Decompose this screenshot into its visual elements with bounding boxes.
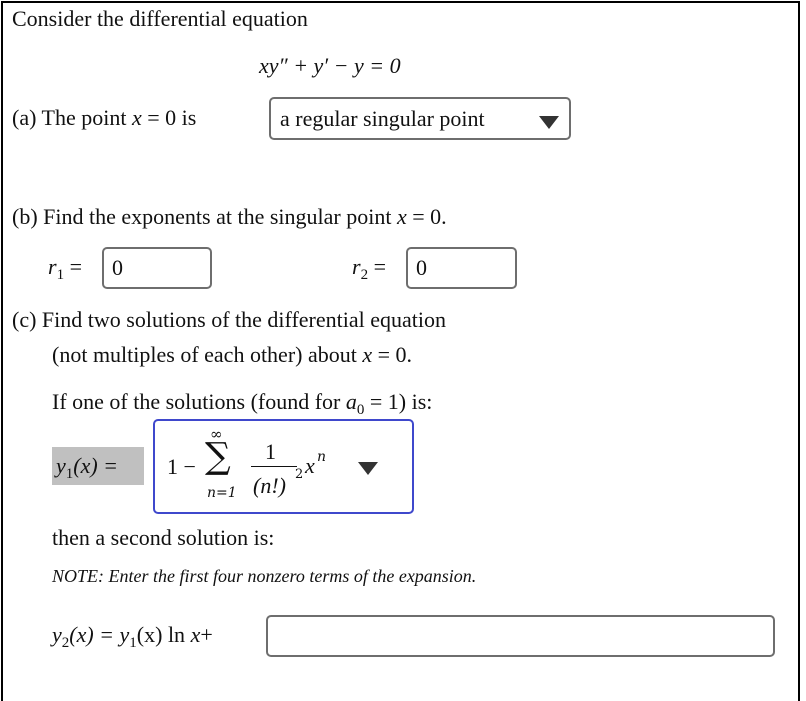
r1-label: r1 = xyxy=(48,254,82,283)
r2-input[interactable]: 0 xyxy=(406,247,517,289)
part-b-eq: = 0. xyxy=(406,204,447,229)
second-solution-text: then a second solution is: xyxy=(52,525,275,550)
fraction-numerator: 1 xyxy=(265,439,276,464)
fraction-bar xyxy=(251,466,297,467)
fraction-denominator: (n!) xyxy=(253,473,286,498)
part-c-line2: (not multiples of each other) about x = … xyxy=(52,342,413,367)
part-c-line3: If one of the solutions (found for a0 = … xyxy=(52,389,433,418)
r1-input[interactable]: 0 xyxy=(102,247,212,289)
sigma-icon: ∑ xyxy=(205,436,231,477)
r2-label: r2 = xyxy=(352,254,386,283)
series-lead: 1 − xyxy=(167,454,196,479)
y2-series-input[interactable] xyxy=(266,615,775,657)
part-b-prompt: (b) Find the exponents at the singular p… xyxy=(12,206,447,228)
differential-equation: xy″ + y′ − y = 0 xyxy=(259,53,401,78)
part-c-line1: (c) Find two solutions of the differenti… xyxy=(12,307,447,332)
y2-expression: y2(x) = y1(x) ln x+ xyxy=(52,622,213,651)
power-base: x xyxy=(305,453,315,478)
caret-down-icon xyxy=(358,462,378,475)
part-b-label: (b) Find the exponents at the singular p… xyxy=(12,204,397,229)
y1-label: y1(x) = xyxy=(56,453,119,482)
note-text: NOTE: Enter the first four nonzero terms… xyxy=(52,566,477,586)
part-a-eq: = 0 is xyxy=(141,105,197,130)
part-a-label: (a) The point xyxy=(12,105,132,130)
sigma-lower: n=1 xyxy=(207,485,237,501)
power-exponent: n xyxy=(317,449,327,465)
part-a-var: x xyxy=(131,105,142,130)
part-a-prompt: (a) The point x = 0 is xyxy=(12,107,196,129)
intro-text: Consider the differential equation xyxy=(12,6,308,31)
caret-down-icon xyxy=(539,116,559,129)
y1-label-highlight: y1(x) = xyxy=(52,447,144,485)
part-b-var: x xyxy=(396,204,407,229)
singular-point-select[interactable]: a regular singular point xyxy=(269,97,571,140)
denominator-exponent: 2 xyxy=(295,467,304,482)
singular-point-selected-value: a regular singular point xyxy=(280,106,485,131)
y1-solution-select[interactable]: 1 − ∞ ∑ n=1 1 (n!) 2 x n xyxy=(153,419,414,514)
